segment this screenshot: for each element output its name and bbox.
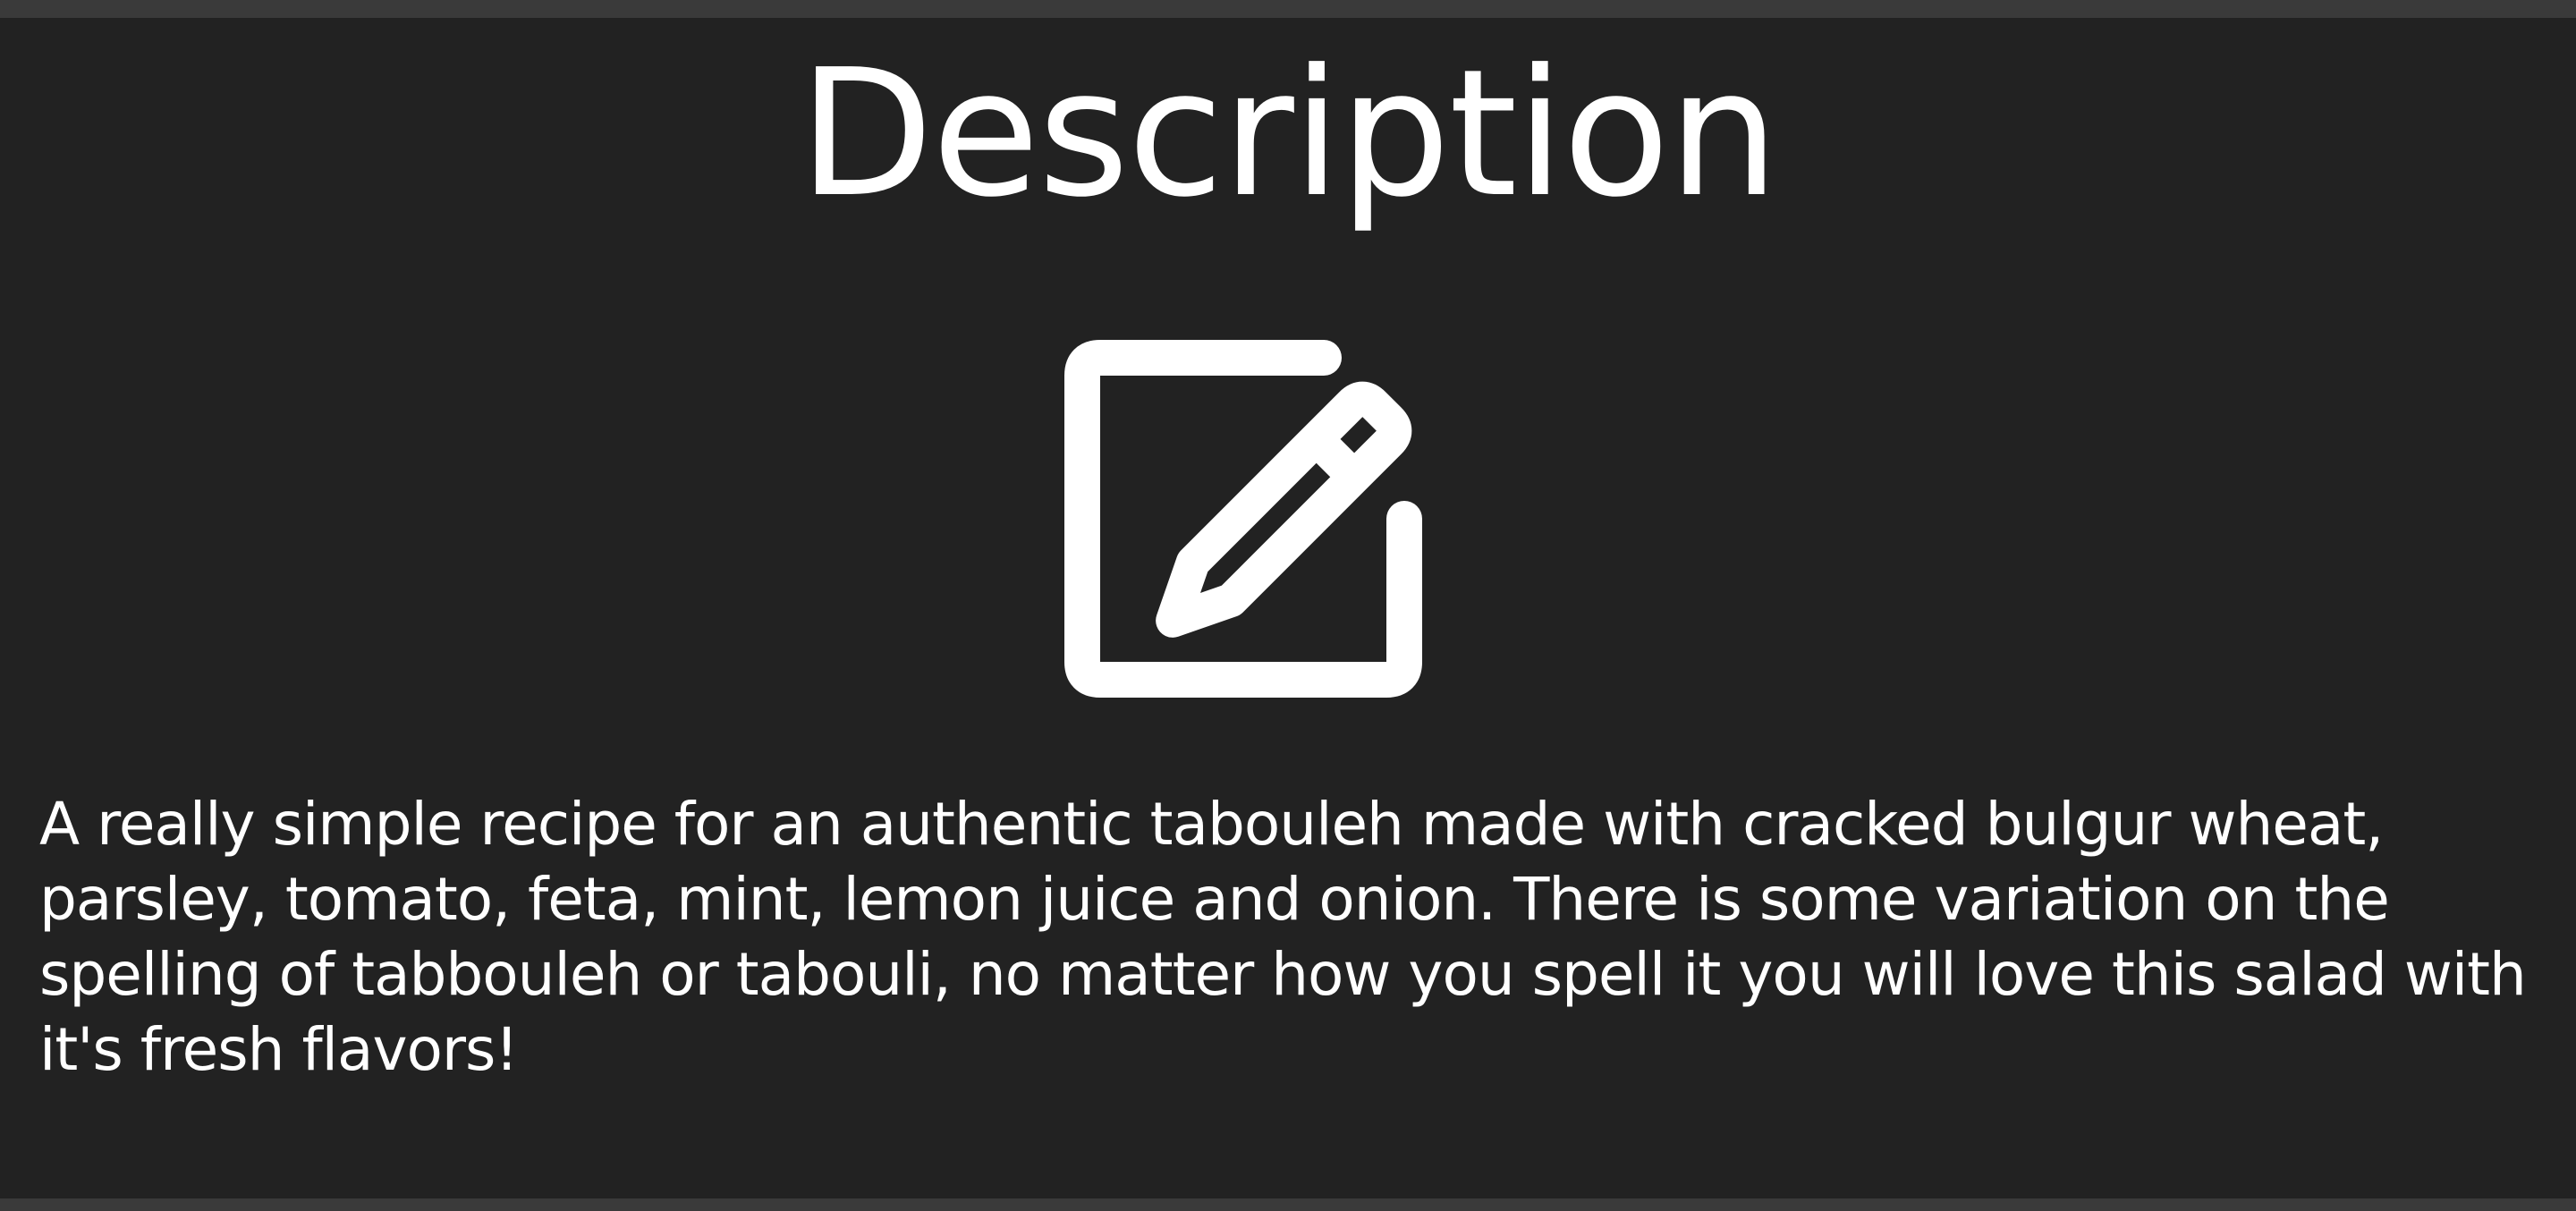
edit-icon xyxy=(1064,340,1422,698)
description-section: Description A really simple recipe for a… xyxy=(0,18,2576,1198)
bottom-border xyxy=(0,1198,2576,1211)
top-border xyxy=(0,0,2576,18)
section-title: Description xyxy=(798,32,1779,236)
description-text: A really simple recipe for an authentic … xyxy=(39,790,2527,1084)
